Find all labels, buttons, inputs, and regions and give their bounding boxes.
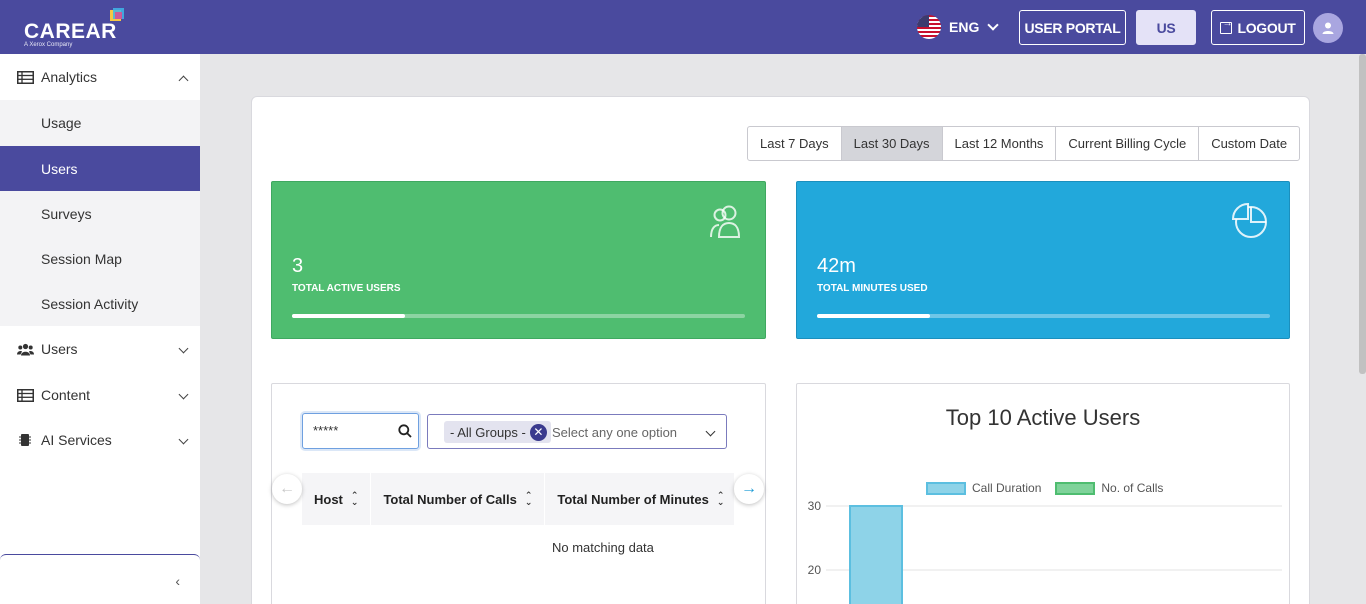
minutes-used-stat-card: 42m TOTAL MINUTES USED bbox=[796, 181, 1290, 339]
logout-icon bbox=[1220, 18, 1233, 34]
sidebar-section-label: Users bbox=[41, 341, 78, 357]
search-input[interactable] bbox=[313, 423, 393, 438]
range-last-30-days[interactable]: Last 30 Days bbox=[840, 127, 942, 160]
chip-icon bbox=[16, 433, 34, 447]
date-range-selector: Last 7 Days Last 30 Days Last 12 Months … bbox=[747, 126, 1301, 161]
sidebar-section-label: Analytics bbox=[41, 69, 98, 85]
top-header: CAREAR A Xerox Company ENG USER PORTAL U… bbox=[0, 0, 1366, 54]
legend-item-call-duration[interactable]: Call Duration bbox=[926, 481, 1041, 495]
scroll-left-button[interactable]: ← bbox=[272, 474, 302, 504]
avatar[interactable] bbox=[1313, 13, 1343, 43]
language-label: ENG bbox=[949, 19, 980, 35]
sidebar-section-ai-services[interactable]: AI Services bbox=[0, 417, 200, 463]
sidebar-item-usage[interactable]: Usage bbox=[0, 100, 200, 145]
minutes-used-progress-fill bbox=[817, 314, 931, 318]
sidebar-section-users[interactable]: Users bbox=[0, 326, 200, 372]
sidebar-section-content[interactable]: Content bbox=[0, 372, 200, 418]
group-select-placeholder: Select any one option bbox=[552, 425, 678, 440]
chart-legend: Call Duration No. of Calls bbox=[926, 481, 1163, 495]
column-label: Host bbox=[314, 491, 343, 507]
minutes-used-progress bbox=[817, 314, 1270, 318]
empty-table-text: No matching data bbox=[552, 540, 654, 555]
sidebar-item-users[interactable]: Users bbox=[0, 146, 200, 191]
range-custom-date[interactable]: Custom Date bbox=[1198, 127, 1299, 160]
scroll-right-button[interactable]: → bbox=[734, 474, 764, 504]
bar-chart: 30 20 bbox=[808, 499, 1282, 604]
sort-icon: ⌃ ⌄ bbox=[350, 490, 359, 507]
range-current-billing-cycle[interactable]: Current Billing Cycle bbox=[1055, 127, 1198, 160]
sidebar-item-session-activity[interactable]: Session Activity bbox=[0, 281, 200, 326]
table-icon bbox=[16, 388, 34, 402]
chevron-up-icon bbox=[178, 75, 189, 86]
table-header: Host ⌃ ⌄ Total Number of Calls ⌃ ⌄ Total N… bbox=[302, 473, 738, 525]
table-icon bbox=[16, 70, 34, 84]
y-tick-label: 20 bbox=[808, 563, 822, 577]
sidebar-section-label: AI Services bbox=[41, 432, 112, 448]
sidebar-section-analytics[interactable]: Analytics bbox=[0, 54, 200, 100]
us-flag-icon bbox=[917, 15, 941, 39]
group-chip-label: - All Groups - bbox=[450, 424, 526, 440]
chevron-left-icon: ‹ bbox=[175, 573, 180, 589]
pie-chart-icon bbox=[1231, 202, 1267, 238]
chevron-down-icon bbox=[178, 434, 189, 445]
close-icon[interactable]: ✕ bbox=[529, 423, 547, 441]
sidebar: Analytics Usage Users Surveys Session Ma… bbox=[0, 54, 200, 604]
analytics-submenu: Usage Users Surveys Session Map Session … bbox=[0, 100, 200, 326]
range-last-12-months[interactable]: Last 12 Months bbox=[941, 127, 1056, 160]
column-header-total-minutes[interactable]: Total Number of Minutes ⌃ ⌄ bbox=[545, 473, 738, 525]
y-tick-label: 30 bbox=[808, 499, 822, 513]
range-last-7-days[interactable]: Last 7 Days bbox=[748, 127, 841, 160]
column-header-host[interactable]: Host ⌃ ⌄ bbox=[302, 473, 372, 525]
active-users-label: TOTAL ACTIVE USERS bbox=[292, 283, 401, 294]
sort-icon: ⌃ ⌄ bbox=[524, 490, 533, 507]
group-chip: - All Groups - ✕ bbox=[444, 421, 551, 443]
users-outline-icon bbox=[710, 205, 741, 238]
sort-icon: ⌃ ⌄ bbox=[716, 490, 725, 507]
sidebar-section-label: Content bbox=[41, 387, 91, 403]
logo-tagline: A Xerox Company bbox=[24, 42, 73, 48]
chevron-down-icon bbox=[987, 19, 1000, 31]
sidebar-item-session-map[interactable]: Session Map bbox=[0, 236, 200, 281]
logo[interactable]: CAREAR A Xerox Company bbox=[24, 8, 134, 50]
active-users-progress bbox=[292, 314, 745, 318]
minutes-used-value: 42m bbox=[817, 255, 856, 277]
group-select[interactable]: - All Groups - ✕ Select any one option bbox=[427, 414, 727, 449]
user-portal-button[interactable]: USER PORTAL bbox=[1019, 10, 1126, 45]
logout-button[interactable]: LOGOUT bbox=[1211, 10, 1305, 45]
logo-cube-icon bbox=[110, 8, 124, 21]
region-button[interactable]: US bbox=[1136, 10, 1196, 45]
logout-label: LOGOUT bbox=[1237, 19, 1296, 36]
chevron-down-icon bbox=[178, 343, 189, 354]
search-box[interactable] bbox=[302, 413, 419, 449]
active-users-stat-card: 3 TOTAL ACTIVE USERS bbox=[271, 181, 766, 339]
legend-label: Call Duration bbox=[972, 481, 1042, 495]
legend-swatch bbox=[926, 481, 966, 495]
search-icon[interactable] bbox=[398, 424, 412, 438]
sidebar-item-surveys[interactable]: Surveys bbox=[0, 191, 200, 236]
sidebar-collapse-button[interactable]: ‹ bbox=[0, 554, 200, 604]
chevron-down-icon bbox=[178, 389, 189, 400]
user-icon bbox=[1322, 22, 1334, 34]
chart-title: Top 10 Active Users bbox=[945, 405, 1141, 430]
users-icon bbox=[16, 342, 34, 356]
legend-swatch bbox=[1055, 481, 1096, 495]
column-header-total-calls[interactable]: Total Number of Calls ⌃ ⌄ bbox=[371, 473, 546, 525]
language-selector[interactable]: ENG bbox=[917, 15, 1000, 39]
bar-call-duration[interactable] bbox=[849, 505, 903, 604]
minutes-used-label: TOTAL MINUTES USED bbox=[817, 283, 928, 294]
column-label: Total Number of Minutes bbox=[557, 491, 709, 507]
chevron-down-icon bbox=[705, 426, 716, 437]
column-label: Total Number of Calls bbox=[383, 491, 517, 507]
page-scrollbar[interactable] bbox=[1359, 54, 1366, 374]
logo-text: CAREAR bbox=[24, 20, 117, 43]
active-users-progress-fill bbox=[292, 314, 406, 318]
legend-label: No. of Calls bbox=[1101, 481, 1164, 495]
legend-item-no-of-calls[interactable]: No. of Calls bbox=[1055, 481, 1163, 495]
active-users-value: 3 bbox=[292, 255, 304, 277]
